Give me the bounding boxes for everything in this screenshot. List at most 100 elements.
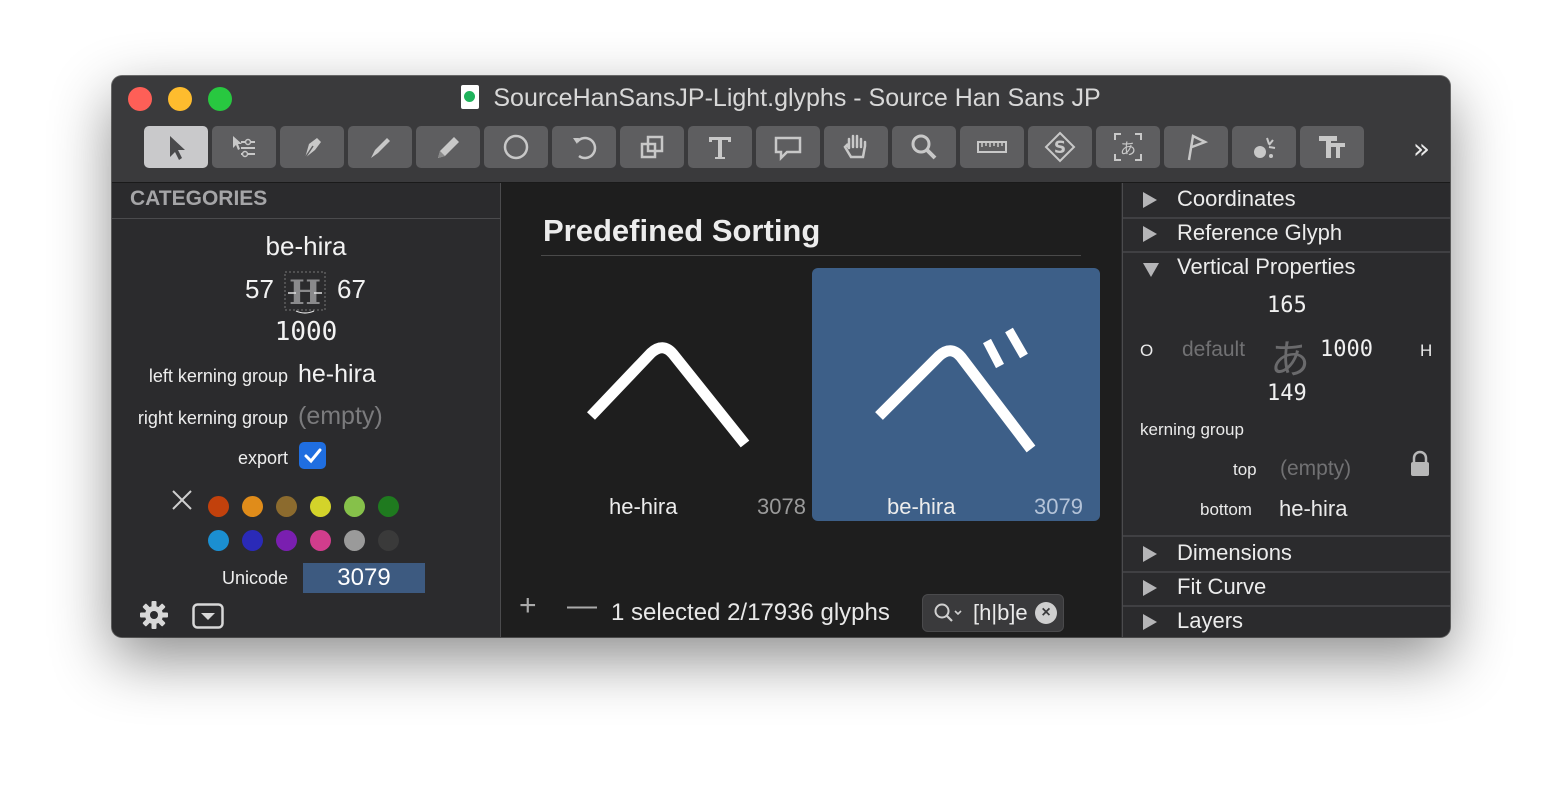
color-label-swatch[interactable] — [276, 530, 297, 551]
lock-icon[interactable] — [1409, 450, 1431, 478]
primitives-tool-button[interactable] — [484, 126, 548, 168]
sample-glyph: あ — [1270, 337, 1310, 383]
text-tool-button[interactable] — [688, 126, 752, 168]
glyph-cell-he-hira[interactable]: he-hira 3078 — [523, 268, 811, 521]
section-fit-curve[interactable]: Fit Curve — [1123, 571, 1450, 607]
section-dimensions[interactable]: Dimensions — [1123, 535, 1450, 573]
section-vertical-properties[interactable]: Vertical Properties — [1123, 251, 1450, 285]
left-kerning-label: left kerning group — [148, 366, 288, 386]
gear-icon[interactable] — [138, 599, 170, 631]
panel-menu-icon[interactable] — [192, 603, 224, 629]
width-field[interactable]: 1000 — [112, 317, 500, 347]
draw-tool-button[interactable] — [280, 126, 344, 168]
selection-status: 1 selected 2/17936 glyphs — [611, 599, 890, 626]
export-label: export — [237, 448, 288, 468]
section-reference-glyph[interactable]: Reference Glyph — [1123, 217, 1450, 253]
h-label: H — [1420, 341, 1433, 360]
speech-bubble-icon — [774, 136, 802, 162]
color-label-swatch[interactable] — [208, 530, 229, 551]
color-label-swatch[interactable] — [242, 496, 263, 517]
section-layers[interactable]: Layers — [1123, 605, 1450, 637]
glyph-name-field[interactable]: be-hira — [112, 231, 500, 262]
layers-select-icon — [233, 136, 255, 158]
bottom-metric-field[interactable]: 149 — [1267, 381, 1307, 406]
bottom-kerning-field[interactable]: he-hira — [1279, 496, 1347, 522]
sidebearing-h-icon: H — [284, 271, 326, 314]
hand-tool-button[interactable] — [824, 126, 888, 168]
zoom-tool-button[interactable] — [892, 126, 956, 168]
cjk-tool-button[interactable]: あ — [1096, 126, 1160, 168]
color-label-swatch[interactable] — [208, 496, 229, 517]
stamp-tool-button[interactable]: S — [1028, 126, 1092, 168]
glyph-code-label: 3078 — [757, 494, 806, 519]
rsb-field[interactable]: 67 — [337, 274, 366, 305]
section-label: Dimensions — [1177, 540, 1292, 565]
select-tool-button[interactable] — [144, 126, 208, 168]
rotate-icon — [573, 136, 597, 160]
section-label: Layers — [1177, 608, 1244, 633]
kerning-group-label: kerning group — [1140, 420, 1244, 439]
right-kerning-label: right kerning group — [137, 408, 288, 428]
search-field[interactable]: [h|b]e × — [922, 594, 1064, 632]
disclosure-right-icon — [1143, 546, 1157, 562]
svg-text:S: S — [1054, 138, 1066, 158]
section-label: Coordinates — [1177, 186, 1296, 211]
glyph-name-label: be-hira — [887, 494, 956, 519]
pencil-tool-button[interactable] — [416, 126, 480, 168]
flag-icon — [1187, 134, 1209, 161]
remove-glyph-button[interactable]: — — [567, 589, 597, 623]
left-kerning-field[interactable]: he-hira — [298, 360, 376, 389]
nib-pen-icon — [371, 138, 390, 158]
glyph-he-hira-image — [587, 342, 750, 448]
glyph-name-label: he-hira — [609, 494, 678, 519]
search-input[interactable]: [h|b]e — [973, 600, 1035, 626]
color-label-swatch[interactable] — [378, 496, 399, 517]
section-label: Vertical Properties — [1177, 254, 1356, 279]
top-kerning-label: top — [1233, 460, 1257, 479]
annotation-tool-button[interactable] — [756, 126, 820, 168]
measurement-tool-button[interactable] — [960, 126, 1024, 168]
export-checkbox[interactable] — [299, 442, 326, 469]
right-kerning-field[interactable]: (empty) — [298, 402, 383, 431]
hand-icon — [843, 134, 867, 159]
double-t-icon — [1319, 136, 1345, 158]
glyph-be-hira-image — [875, 327, 1036, 453]
color-label-swatch[interactable] — [310, 496, 331, 517]
lsb-field[interactable]: 57 — [245, 274, 274, 305]
knife-tool-button[interactable] — [1232, 126, 1296, 168]
rotate-tool-button[interactable] — [552, 126, 616, 168]
top-kerning-field[interactable]: (empty) — [1280, 457, 1351, 481]
pen-tool-button[interactable] — [348, 126, 412, 168]
toolbar-overflow-button[interactable]: » — [1413, 132, 1430, 165]
section-label: Fit Curve — [1177, 574, 1267, 599]
fountain-pen-icon — [304, 138, 321, 159]
scale-tool-button[interactable] — [620, 126, 684, 168]
document-icon — [461, 85, 480, 109]
type-tool-button[interactable] — [1300, 126, 1364, 168]
color-label-swatch[interactable] — [242, 530, 263, 551]
unicode-field[interactable]: 3079 — [303, 563, 425, 593]
disclosure-right-icon — [1143, 192, 1157, 208]
height-field[interactable]: 1000 — [1320, 337, 1373, 362]
text-t-icon — [709, 137, 731, 159]
color-label-swatch[interactable] — [310, 530, 331, 551]
disclosure-right-icon — [1143, 614, 1157, 630]
section-coordinates[interactable]: Coordinates — [1123, 183, 1450, 219]
add-glyph-button[interactable]: + — [519, 589, 537, 623]
search-icon — [934, 603, 962, 622]
no-color-icon[interactable] — [170, 488, 194, 512]
color-label-swatch[interactable] — [344, 496, 365, 517]
color-label-swatch[interactable] — [344, 530, 365, 551]
top-metric-field[interactable]: 165 — [1267, 293, 1307, 318]
title-bar: SourceHanSansJP-Light.glyphs - Source Ha… — [112, 76, 1450, 183]
disclosure-right-icon — [1143, 226, 1157, 242]
flag-tool-button[interactable] — [1164, 126, 1228, 168]
ruler-icon — [977, 141, 1007, 153]
default-field[interactable]: default — [1182, 338, 1245, 362]
color-label-swatch[interactable] — [378, 530, 399, 551]
disclosure-down-icon — [1143, 263, 1159, 277]
clear-search-button[interactable]: × — [1035, 602, 1057, 624]
glyph-cell-be-hira[interactable]: be-hira 3079 — [812, 268, 1100, 521]
select-all-layers-tool-button[interactable] — [212, 126, 276, 168]
color-label-swatch[interactable] — [276, 496, 297, 517]
